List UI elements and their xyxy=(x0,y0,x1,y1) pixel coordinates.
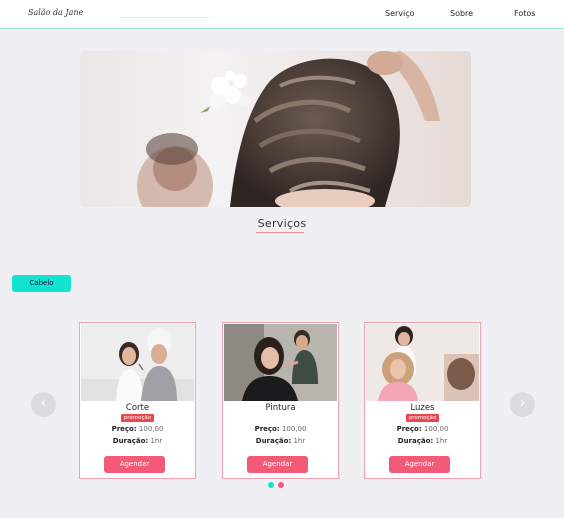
carousel-dot-1[interactable] xyxy=(268,482,274,488)
service-duration: Duração: 1hr xyxy=(365,437,480,445)
navbar: Salão da Jane Serviço Sobre Fotos xyxy=(0,0,564,29)
category-button-cabelo[interactable]: Cabelo xyxy=(12,275,71,292)
nav-link-servico[interactable]: Serviço xyxy=(385,9,415,18)
book-button[interactable]: Agendar xyxy=(104,456,165,473)
duration-value: 1hr xyxy=(293,437,306,445)
price-label: Preço: xyxy=(111,425,137,433)
service-card-luzes: Luzes promoção Preço: 100,00 Duração: 1h… xyxy=(364,322,481,479)
service-card-corte: Corte promoção Preço: 100,00 Duração: 1h… xyxy=(79,322,196,479)
nav-link-sobre[interactable]: Sobre xyxy=(450,9,473,18)
service-name: Corte xyxy=(125,403,150,413)
service-photo xyxy=(81,324,194,401)
duration-value: 1hr xyxy=(150,437,163,445)
service-name: Pintura xyxy=(265,403,296,413)
service-price: Preço: 100,00 xyxy=(80,425,195,433)
service-photo xyxy=(224,324,337,401)
price-label: Preço: xyxy=(396,425,422,433)
carousel-prev-button[interactable]: ‹ xyxy=(31,392,56,417)
divider xyxy=(120,17,210,18)
price-label: Preço: xyxy=(254,425,280,433)
chevron-right-icon: › xyxy=(519,395,526,411)
price-value: 100,00 xyxy=(281,425,307,433)
duration-label: Duração: xyxy=(112,437,149,445)
duration-label: Duração: xyxy=(255,437,292,445)
nav-link-fotos[interactable]: Fotos xyxy=(514,9,535,18)
service-price: Preço: 100,00 xyxy=(223,425,338,433)
brand-logo[interactable]: Salão da Jane xyxy=(28,8,83,17)
duration-value: 1hr xyxy=(435,437,448,445)
book-button[interactable]: Agendar xyxy=(247,456,308,473)
promo-badge: promoção xyxy=(406,414,439,422)
price-value: 100,00 xyxy=(138,425,164,433)
price-value: 100,00 xyxy=(423,425,449,433)
service-name: Luzes xyxy=(410,403,435,413)
service-photo xyxy=(366,324,479,401)
service-duration: Duração: 1hr xyxy=(80,437,195,445)
promo-badge: promoção xyxy=(121,414,154,422)
carousel-next-button[interactable]: › xyxy=(510,392,535,417)
chevron-left-icon: ‹ xyxy=(40,395,47,411)
section-title-underline xyxy=(256,232,304,233)
service-price: Preço: 100,00 xyxy=(365,425,480,433)
book-button[interactable]: Agendar xyxy=(389,456,450,473)
hero-image xyxy=(80,51,471,207)
carousel-dot-2[interactable] xyxy=(278,482,284,488)
section-title: Serviços xyxy=(257,217,307,230)
duration-label: Duração: xyxy=(397,437,434,445)
service-duration: Duração: 1hr xyxy=(223,437,338,445)
service-card-pintura: Pintura Preço: 100,00 Duração: 1hr Agend… xyxy=(222,322,339,479)
